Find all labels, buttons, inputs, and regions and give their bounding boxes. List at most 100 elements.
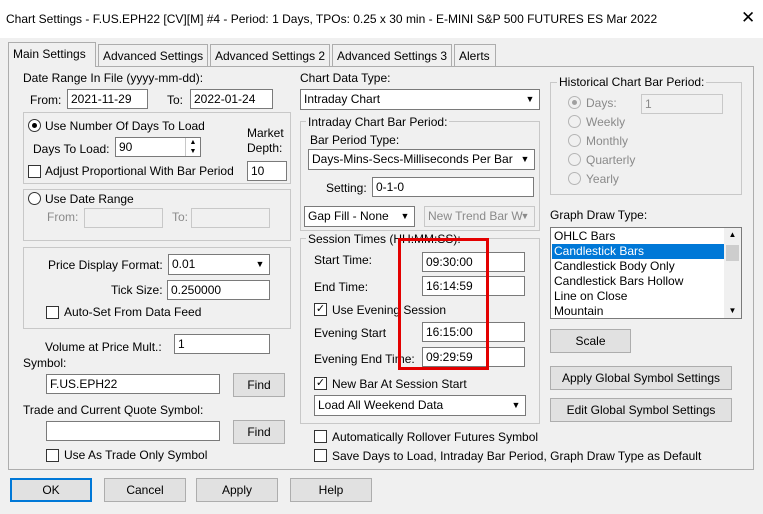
use-date-range-radio[interactable] [28, 192, 41, 205]
trade-symbol-field[interactable] [46, 421, 220, 441]
setting-field[interactable]: 0-1-0 [372, 177, 534, 197]
close-icon[interactable]: ✕ [741, 8, 755, 28]
monthly-radio-label: Monthly [586, 134, 629, 148]
tick-size-label: Tick Size: [111, 283, 163, 297]
list-item[interactable]: Mountain [552, 304, 725, 318]
weekly-radio-label: Weekly [586, 115, 626, 129]
chevron-down-icon: ▼ [255, 259, 265, 269]
trade-symbol-find-button[interactable]: Find [233, 420, 285, 444]
intraday-group-label: Intraday Chart Bar Period: [306, 115, 450, 129]
chevron-down-icon[interactable]: ▼ [724, 306, 741, 315]
new-trend-select[interactable]: New Trend Bar W ▼ [424, 206, 535, 227]
price-format-select[interactable]: 0.01 ▼ [168, 254, 270, 275]
date-range-label: Date Range In File (yyyy-mm-dd): [23, 71, 204, 85]
days-to-load-stepper[interactable]: 90 ▲ ▼ [115, 137, 201, 157]
autoset-label: Auto-Set From Data Feed [64, 305, 202, 319]
symbol-find-button[interactable]: Find [233, 373, 285, 397]
tab-advanced-settings-3[interactable]: Advanced Settings 3 [332, 44, 452, 66]
tab-advanced-settings-2[interactable]: Advanced Settings 2 [210, 44, 330, 66]
bar-period-type-select[interactable]: Days-Mins-Secs-Milliseconds Per Bar ▼ [308, 149, 535, 170]
gap-fill-value: Gap Fill - None [308, 209, 389, 223]
evening-start-label: Evening Start [314, 326, 387, 340]
use-days-label: Use Number Of Days To Load [45, 119, 205, 133]
to-date-field[interactable]: 2022-01-24 [190, 89, 273, 109]
date-from-label: From: [47, 210, 79, 224]
new-bar-checkbox[interactable]: ✓ [314, 377, 327, 390]
help-button[interactable]: Help [290, 478, 372, 502]
window-title: Chart Settings - F.US.EPH22 [CV][M] #4 -… [6, 12, 658, 26]
date-from-field[interactable] [84, 208, 163, 228]
trade-symbol-label: Trade and Current Quote Symbol: [23, 403, 204, 417]
graph-draw-listbox[interactable]: OHLC Bars Candlestick Bars Candlestick B… [550, 227, 742, 319]
setting-label: Setting: [326, 181, 367, 195]
start-time-label: Start Time: [314, 253, 373, 267]
end-time-label: End Time: [314, 280, 369, 294]
days-to-load-label: Days To Load: [33, 142, 110, 156]
spin-buttons[interactable]: ▲ ▼ [185, 138, 200, 156]
symbol-label: Symbol: [23, 356, 67, 370]
apply-button[interactable]: Apply [196, 478, 278, 502]
chevron-down-icon: ▼ [520, 211, 530, 221]
chart-data-type-value: Intraday Chart [304, 92, 381, 106]
price-format-value: 0.01 [172, 257, 196, 271]
new-bar-label: New Bar At Session Start [332, 377, 467, 391]
edit-global-symbol-settings-button[interactable]: Edit Global Symbol Settings [550, 398, 732, 422]
autoset-checkbox[interactable] [46, 306, 59, 319]
chevron-down-icon: ▼ [511, 400, 521, 410]
chevron-down-icon: ▼ [525, 94, 535, 104]
volume-mult-field[interactable]: 1 [174, 334, 270, 354]
spin-down-icon: ▼ [189, 148, 197, 155]
historical-days-field[interactable]: 1 [641, 94, 723, 114]
monthly-radio[interactable] [568, 134, 581, 147]
chevron-up-icon[interactable]: ▲ [724, 230, 741, 239]
bar-period-type-label: Bar Period Type: [310, 133, 400, 147]
rollover-label: Automatically Rollover Futures Symbol [332, 430, 539, 444]
listbox-scrollbar[interactable]: ▲ ▼ [724, 228, 741, 318]
title-bar: Chart Settings - F.US.EPH22 [CV][M] #4 -… [0, 0, 763, 38]
ok-button[interactable]: OK [10, 478, 92, 502]
cancel-button[interactable]: Cancel [104, 478, 186, 502]
weekly-radio[interactable] [568, 115, 581, 128]
list-item[interactable]: Candlestick Body Only [552, 259, 725, 274]
rollover-checkbox[interactable] [314, 430, 327, 443]
gap-fill-select[interactable]: Gap Fill - None ▼ [304, 206, 415, 227]
bar-period-type-value: Days-Mins-Secs-Milliseconds Per Bar [312, 152, 513, 166]
days-radio[interactable] [568, 96, 581, 109]
save-defaults-checkbox[interactable] [314, 449, 327, 462]
from-date-field[interactable]: 2021-11-29 [67, 89, 148, 109]
market-depth-field[interactable]: 10 [247, 161, 287, 181]
weekend-data-value: Load All Weekend Data [318, 398, 444, 412]
list-item-selected[interactable]: Candlestick Bars [552, 244, 725, 259]
weekend-data-select[interactable]: Load All Weekend Data ▼ [314, 395, 526, 416]
scrollbar-thumb[interactable] [726, 245, 739, 261]
price-format-label: Price Display Format: [48, 258, 163, 272]
highlight-annotation [398, 238, 489, 370]
use-evening-checkbox[interactable]: ✓ [314, 303, 327, 316]
adjust-proportional-checkbox[interactable] [28, 165, 41, 178]
date-to-field[interactable] [191, 208, 270, 228]
tab-main-settings[interactable]: Main Settings [8, 42, 96, 67]
volume-mult-label: Volume at Price Mult.: [45, 340, 162, 354]
quarterly-radio[interactable] [568, 153, 581, 166]
chart-data-type-select[interactable]: Intraday Chart ▼ [300, 89, 540, 110]
use-date-range-label: Use Date Range [45, 192, 134, 206]
symbol-field[interactable]: F.US.EPH22 [46, 374, 220, 394]
yearly-radio[interactable] [568, 172, 581, 185]
to-label: To: [167, 93, 184, 107]
list-item[interactable]: Line on Close [552, 289, 725, 304]
graph-draw-label: Graph Draw Type: [550, 208, 648, 222]
days-radio-label: Days: [586, 96, 617, 110]
tick-size-field[interactable]: 0.250000 [167, 280, 270, 300]
trade-only-checkbox[interactable] [46, 449, 59, 462]
spin-up-icon: ▲ [189, 139, 197, 146]
tab-advanced-settings[interactable]: Advanced Settings [98, 44, 208, 66]
trade-only-label: Use As Trade Only Symbol [64, 448, 208, 462]
apply-global-symbol-settings-button[interactable]: Apply Global Symbol Settings [550, 366, 732, 390]
list-item[interactable]: Candlestick Bars Hollow [552, 274, 725, 289]
days-to-load-value: 90 [119, 140, 133, 154]
use-days-radio[interactable] [28, 119, 41, 132]
list-item[interactable]: OHLC Bars [552, 229, 725, 244]
date-to-label: To: [172, 210, 189, 224]
scale-button[interactable]: Scale [550, 329, 631, 353]
tab-alerts[interactable]: Alerts [454, 44, 496, 66]
